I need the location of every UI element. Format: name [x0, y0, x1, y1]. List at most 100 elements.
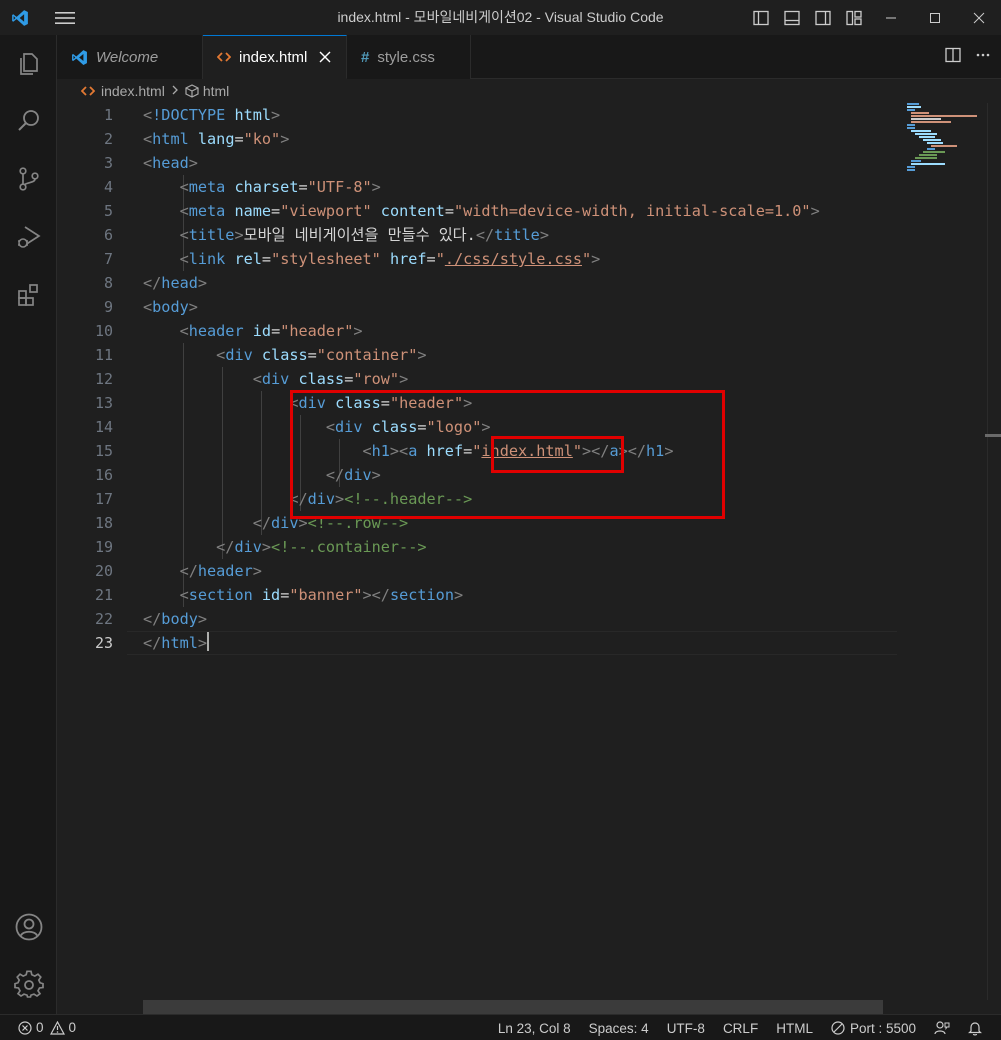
extensions-icon[interactable] [0, 271, 57, 319]
breadcrumb-symbol[interactable]: html [203, 83, 229, 99]
breadcrumb: index.html html [57, 79, 1001, 103]
line-number: 4 [103, 178, 113, 196]
problems-indicator[interactable]: 0 0 [0, 1020, 76, 1035]
tab-welcome[interactable]: Welcome [57, 35, 203, 79]
code-line: </head> [143, 274, 208, 292]
tab-bar: Welcome index.html # style.css [57, 35, 1001, 79]
code-line: </body> [143, 610, 208, 628]
more-actions-icon[interactable] [975, 47, 991, 68]
indentation[interactable]: Spaces: 4 [580, 1021, 658, 1036]
search-icon[interactable] [0, 97, 57, 145]
code-content[interactable]: <!DOCTYPE html> <html lang="ko"> <head> … [143, 103, 903, 655]
code-line: </div> [325, 466, 381, 484]
customize-layout-icon[interactable] [838, 0, 869, 35]
minimize-icon[interactable] [869, 0, 913, 35]
account-icon[interactable] [0, 903, 57, 951]
minimap[interactable] [903, 103, 983, 1014]
html-icon [81, 85, 95, 97]
toggle-secondary-sidebar-icon[interactable] [807, 0, 838, 35]
close-window-icon[interactable] [957, 0, 1001, 35]
line-number: 16 [94, 466, 113, 484]
code-line: <header id="header"> [179, 322, 363, 340]
code-line: </html> [143, 632, 210, 652]
chevron-right-icon [171, 84, 179, 98]
line-number: 19 [94, 538, 113, 556]
line-number: 3 [103, 154, 113, 172]
line-number: 8 [103, 274, 113, 292]
code-line: <section id="banner"></section> [179, 586, 464, 604]
symbol-cube-icon [185, 84, 199, 98]
encoding[interactable]: UTF-8 [658, 1021, 714, 1036]
end-of-line[interactable]: CRLF [714, 1021, 767, 1036]
code-line: <head> [143, 154, 198, 172]
toggle-panel-icon[interactable] [776, 0, 807, 35]
port-label: Port : 5500 [849, 1020, 916, 1036]
source-control-icon[interactable] [0, 155, 57, 203]
code-line: </div><!--.header--> [289, 490, 473, 508]
css-hash-icon: # [361, 48, 370, 66]
vscode-logo-icon [0, 0, 40, 35]
line-number: 11 [94, 346, 113, 364]
code-editor[interactable]: 1 2 3 4 5 6 7 8 9 10 11 12 13 14 15 16 1… [57, 103, 1001, 1014]
code-line: </header> [179, 562, 262, 580]
code-line: </div><!--.row--> [252, 514, 409, 532]
line-number: 10 [94, 322, 113, 340]
tab-style-css[interactable]: # style.css [347, 35, 471, 79]
html-icon [217, 51, 231, 63]
settings-gear-icon[interactable] [0, 961, 57, 1009]
close-tab-icon[interactable] [319, 51, 331, 63]
line-number: 18 [94, 514, 113, 532]
live-server-port[interactable]: Port : 5500 [822, 1021, 925, 1036]
explorer-icon[interactable] [0, 39, 57, 87]
maximize-icon[interactable] [913, 0, 957, 35]
code-line: <body> [143, 298, 198, 316]
error-icon [18, 1020, 32, 1035]
tab-label: style.css [377, 48, 435, 66]
vertical-scrollbar[interactable] [987, 103, 1001, 1000]
run-debug-icon[interactable] [0, 213, 57, 261]
code-line: <div class="row"> [252, 370, 409, 388]
warning-count: 0 [68, 1020, 77, 1035]
split-editor-icon[interactable] [945, 47, 961, 68]
language-mode[interactable]: HTML [767, 1021, 822, 1036]
title-bar: index.html - 모바일네비게이션02 - Visual Studio … [0, 0, 1001, 35]
line-number: 7 [103, 250, 113, 268]
line-number: 6 [103, 226, 113, 244]
code-line: <title>모바일 네비게이션을 만들수 있다.</title> [179, 226, 549, 244]
code-line: <html lang="ko"> [143, 130, 290, 148]
tab-label: index.html [239, 48, 308, 66]
line-number-active: 23 [94, 634, 113, 652]
code-line: </div><!--.container--> [216, 538, 427, 556]
code-line: <div class="logo"> [325, 418, 491, 436]
cursor-position[interactable]: Ln 23, Col 8 [489, 1021, 580, 1036]
code-line: <h1><a href="index.html"></a></h1> [362, 442, 674, 460]
error-count: 0 [36, 1020, 44, 1035]
code-line: <div class="container"> [216, 346, 427, 364]
code-line: <div class="header"> [289, 394, 473, 412]
line-number: 22 [94, 610, 113, 628]
toggle-primary-sidebar-icon[interactable] [745, 0, 776, 35]
text-cursor [207, 632, 210, 651]
line-number: 5 [103, 202, 113, 220]
menu-hamburger-icon[interactable] [40, 0, 90, 35]
line-number: 12 [94, 370, 113, 388]
line-number: 1 [103, 106, 113, 124]
line-number: 15 [94, 442, 113, 460]
breadcrumb-file[interactable]: index.html [101, 83, 165, 99]
vscode-icon [71, 49, 88, 66]
tab-label: Welcome [96, 48, 159, 66]
index-link: index.html [481, 442, 573, 460]
tab-index-html[interactable]: index.html [203, 35, 347, 79]
line-number: 9 [103, 298, 113, 316]
css-link: ./css/style.css [444, 250, 582, 268]
code-line: <meta charset="UTF-8"> [179, 178, 381, 196]
warning-icon [49, 1020, 65, 1035]
notifications-bell-icon[interactable] [959, 1021, 991, 1036]
line-number-gutter: 1 2 3 4 5 6 7 8 9 10 11 12 13 14 15 16 1… [57, 103, 127, 655]
line-number: 21 [94, 586, 113, 604]
feedback-icon[interactable] [925, 1021, 959, 1035]
activity-bar [0, 35, 57, 1014]
horizontal-scrollbar[interactable] [143, 1000, 883, 1014]
status-bar: 0 0 Ln 23, Col 8 Spaces: 4 UTF-8 CRLF HT… [0, 1014, 1001, 1040]
code-line: <!DOCTYPE html> [143, 106, 281, 124]
